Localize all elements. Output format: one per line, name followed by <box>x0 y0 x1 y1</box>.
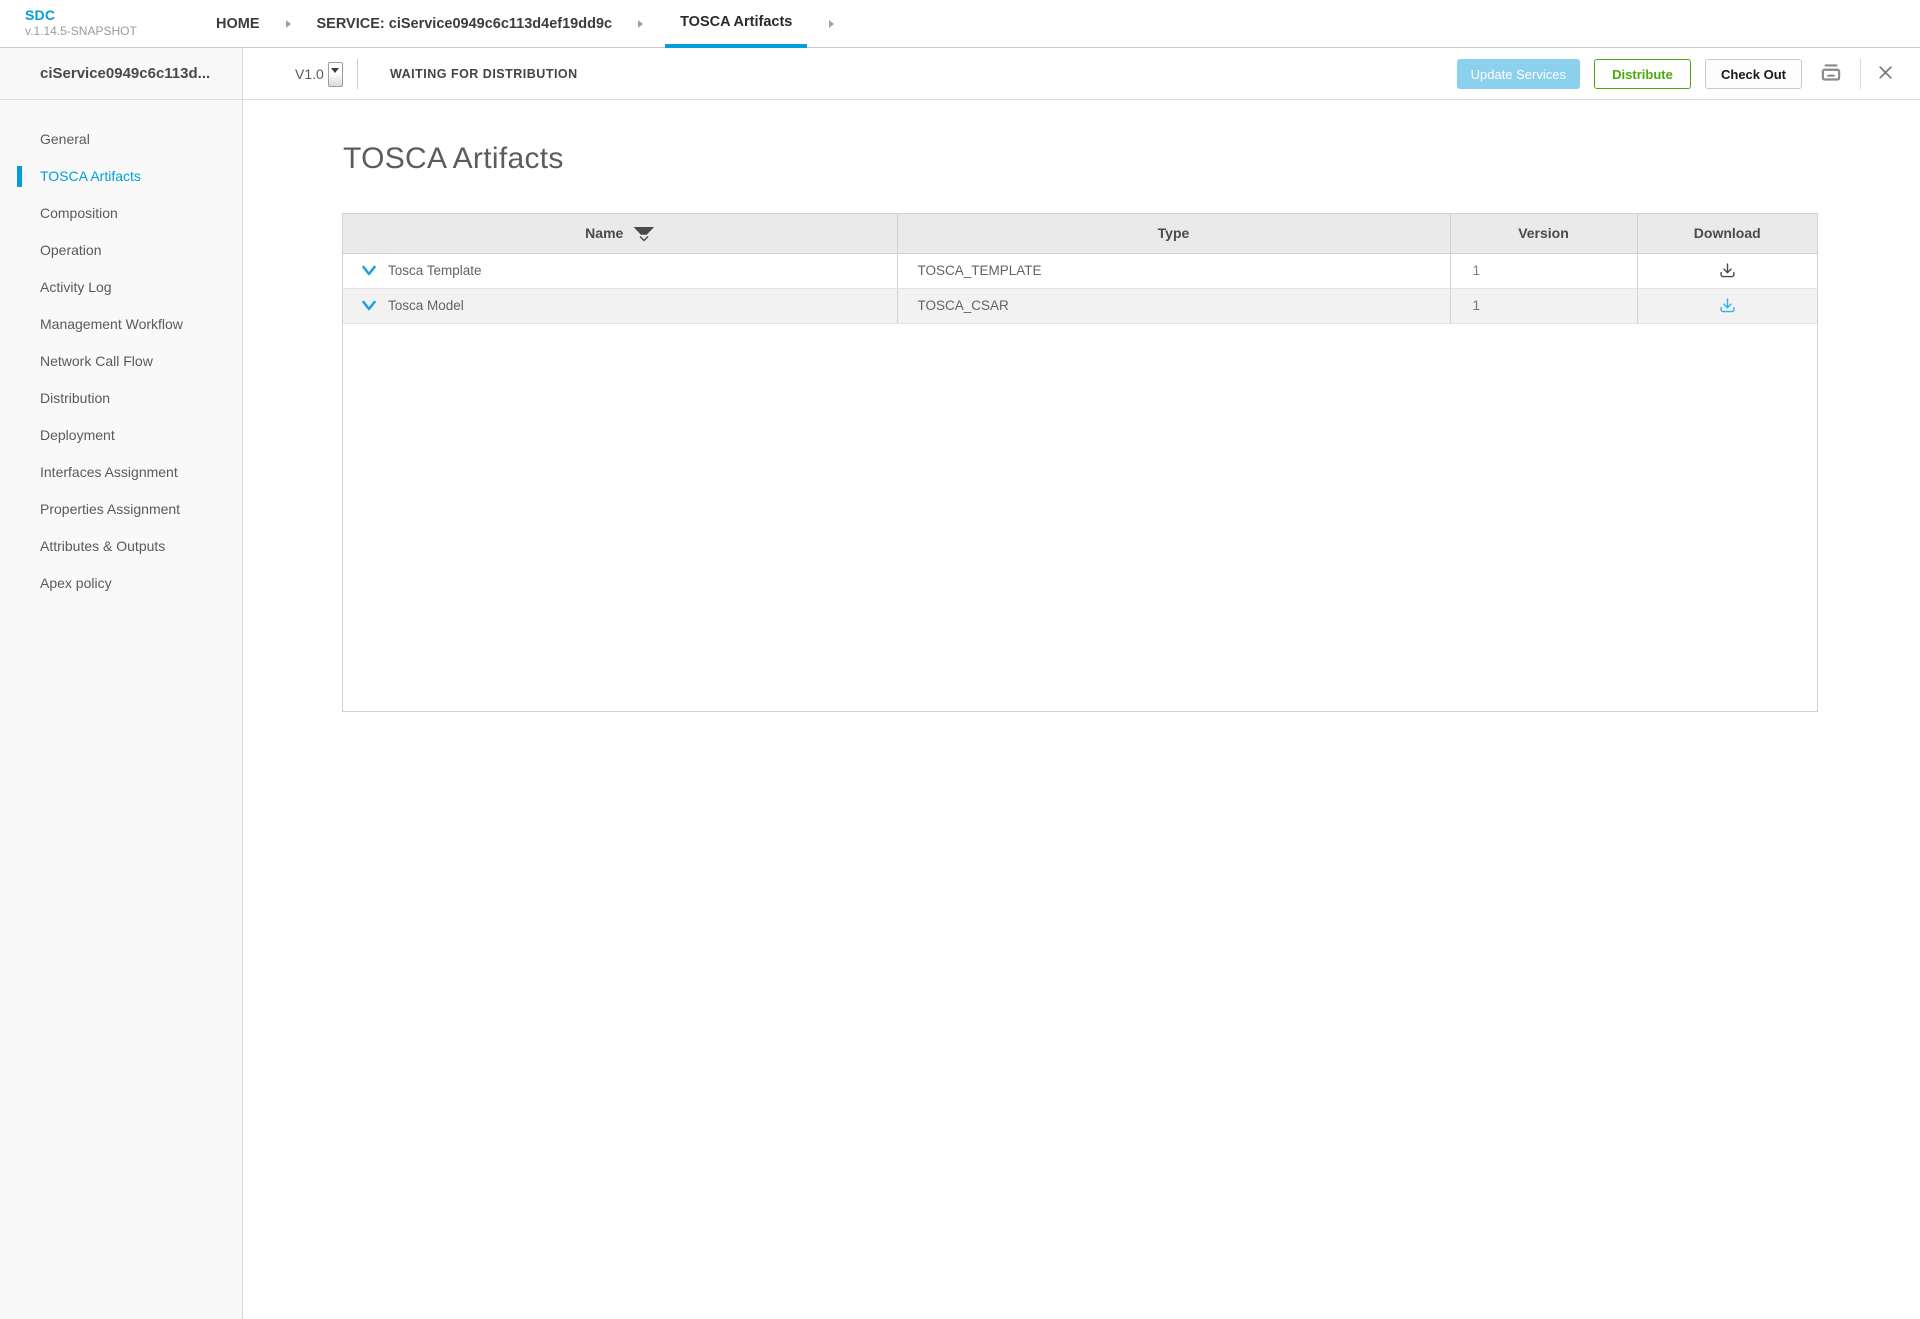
chevron-down-icon <box>331 68 339 73</box>
print-icon <box>1818 60 1844 89</box>
toolbar-divider <box>1860 59 1861 89</box>
expand-row-button[interactable] <box>361 265 377 277</box>
lifecycle-status: WAITING FOR DISTRIBUTION <box>390 48 578 100</box>
sidebar-item-distribution[interactable]: Distribution <box>0 380 242 417</box>
column-header-type[interactable]: Type <box>897 214 1450 253</box>
sidebar-item-interfaces-assignment[interactable]: Interfaces Assignment <box>0 454 242 491</box>
artifact-name: Tosca Template <box>388 263 482 278</box>
sidebar-menu: General TOSCA Artifacts Composition Oper… <box>0 100 242 602</box>
breadcrumb: HOME SERVICE: ciService0949c6c113d4ef19d… <box>212 0 856 48</box>
column-header-name-label: Name <box>585 225 623 241</box>
version-label: V1.0 <box>295 66 324 82</box>
chevron-down-icon <box>361 265 377 277</box>
download-button[interactable] <box>1719 297 1736 314</box>
artifact-type: TOSCA_TEMPLATE <box>897 253 1450 288</box>
sidebar-item-composition[interactable]: Composition <box>0 195 242 232</box>
download-icon <box>1719 262 1736 279</box>
sdc-logo-text: SDC <box>25 7 137 23</box>
sdc-logo[interactable]: SDC v.1.14.5-SNAPSHOT <box>25 7 137 39</box>
page-title: TOSCA Artifacts <box>343 142 564 176</box>
filter-funnel-icon <box>633 227 654 235</box>
service-toolbar: V1.0 WAITING FOR DISTRIBUTION Update Ser… <box>243 48 1920 100</box>
sidebar-item-attributes-outputs[interactable]: Attributes & Outputs <box>0 528 242 565</box>
breadcrumb-arrow-icon <box>286 20 291 28</box>
sidebar-item-apex-policy[interactable]: Apex policy <box>0 565 242 602</box>
close-icon <box>1877 64 1894 84</box>
breadcrumb-home[interactable]: HOME <box>212 0 264 48</box>
breadcrumb-arrow-icon <box>829 20 834 28</box>
breadcrumb-service[interactable]: SERVICE: ciService0949c6c113d4ef19dd9c <box>313 0 617 48</box>
table-row-tosca-model: Tosca Model TOSCA_CSAR 1 <box>343 288 1817 323</box>
main-content: TOSCA Artifacts Name <box>243 100 1920 1319</box>
artifacts-table: Name Type Version Download <box>343 214 1817 324</box>
download-button[interactable] <box>1719 262 1736 279</box>
sidebar-item-deployment[interactable]: Deployment <box>0 417 242 454</box>
app-version: v.1.14.5-SNAPSHOT <box>25 23 137 39</box>
column-header-version[interactable]: Version <box>1450 214 1637 253</box>
top-nav: SDC v.1.14.5-SNAPSHOT HOME SERVICE: ciSe… <box>0 0 1920 48</box>
artifact-name: Tosca Model <box>388 298 464 313</box>
table-row-tosca-template: Tosca Template TOSCA_TEMPLATE 1 <box>343 253 1817 288</box>
print-button[interactable] <box>1816 58 1846 91</box>
distribute-button[interactable]: Distribute <box>1594 59 1691 89</box>
chevron-down-icon <box>638 235 650 242</box>
sidebar-item-activity-log[interactable]: Activity Log <box>0 269 242 306</box>
chevron-down-icon <box>361 300 377 312</box>
sort-filter-icon[interactable] <box>633 227 654 242</box>
version-select[interactable] <box>328 62 343 87</box>
close-button[interactable] <box>1875 62 1896 86</box>
check-out-button[interactable]: Check Out <box>1705 59 1802 89</box>
sidebar-item-network-call-flow[interactable]: Network Call Flow <box>0 343 242 380</box>
sidebar-item-management-workflow[interactable]: Management Workflow <box>0 306 242 343</box>
expand-row-button[interactable] <box>361 300 377 312</box>
sidebar-item-general[interactable]: General <box>0 121 242 158</box>
breadcrumb-arrow-icon <box>638 20 643 28</box>
sidebar: ciService0949c6c113d... General TOSCA Ar… <box>0 48 243 1319</box>
artifact-version: 1 <box>1450 253 1637 288</box>
toolbar-divider <box>357 59 358 89</box>
update-services-button[interactable]: Update Services <box>1457 59 1580 89</box>
artifact-type: TOSCA_CSAR <box>897 288 1450 323</box>
column-header-download[interactable]: Download <box>1637 214 1817 253</box>
sidebar-item-properties-assignment[interactable]: Properties Assignment <box>0 491 242 528</box>
sidebar-item-operation[interactable]: Operation <box>0 232 242 269</box>
sidebar-service-title: ciService0949c6c113d... <box>0 48 242 100</box>
artifacts-table-container: Name Type Version Download <box>342 213 1818 712</box>
breadcrumb-tosca-artifacts[interactable]: TOSCA Artifacts <box>665 0 807 48</box>
download-icon <box>1719 297 1736 314</box>
sidebar-item-tosca-artifacts[interactable]: TOSCA Artifacts <box>0 158 242 195</box>
column-header-name[interactable]: Name <box>343 214 897 253</box>
artifact-version: 1 <box>1450 288 1637 323</box>
